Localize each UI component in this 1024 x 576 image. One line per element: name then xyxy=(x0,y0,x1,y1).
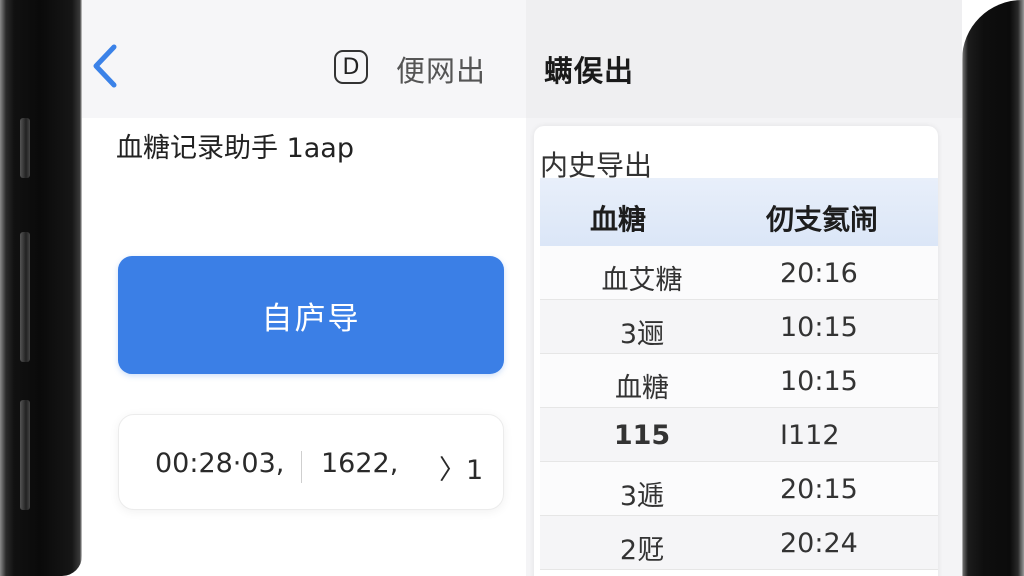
input-extra-value: 〉1 xyxy=(439,455,484,486)
cell-time: 10:15 xyxy=(780,312,858,343)
column-header-glucose[interactable]: 血糖 xyxy=(590,198,646,238)
input-time-value: 00:28·03, xyxy=(155,448,285,479)
phone-bezel-left xyxy=(0,0,82,576)
column-header-time[interactable]: 仞支氦闹 xyxy=(766,198,878,238)
input-glucose-value: 1622, xyxy=(321,448,399,479)
table-header: 血糖 仞支氦闹 xyxy=(540,178,938,246)
table-row[interactable]: 115 I112 xyxy=(540,408,938,462)
cell-glucose: 115 xyxy=(613,420,671,451)
back-button[interactable] xyxy=(84,40,124,92)
export-button[interactable]: 自庐导 xyxy=(118,256,504,374)
app-title: 血糖记录助手 1aap xyxy=(116,133,354,164)
nav-export-link[interactable]: 便网出 xyxy=(396,48,486,90)
cell-time: 10:15 xyxy=(780,366,858,397)
cell-glucose: 血艾糖 xyxy=(601,265,683,296)
table-row[interactable]: 3逓 20:15 xyxy=(540,462,938,516)
cell-time: 20:24 xyxy=(780,528,858,559)
chevron-left-icon xyxy=(93,44,117,88)
cell-glucose: 血糖 xyxy=(615,373,669,404)
cell-glucose: 2觃 xyxy=(619,535,665,566)
table-body: 血艾糖 20:16 3逦 10:15 血糖 10:15 115 I112 3逓 … xyxy=(540,246,938,570)
phone-side-button xyxy=(20,118,30,178)
phone-side-button xyxy=(20,400,30,510)
phone-bezel-right xyxy=(962,0,1024,576)
table-row[interactable]: 3逦 10:15 xyxy=(540,300,938,354)
nav-bar: D 便网出 螨㑨出 xyxy=(82,0,962,118)
app-screen: D 便网出 螨㑨出 血糖记录助手 1aap 自庐导 00:28·03, 1622… xyxy=(82,0,962,576)
cell-time: I112 xyxy=(780,420,840,451)
table-row[interactable]: 血糖 10:15 xyxy=(540,354,938,408)
cell-time: 20:16 xyxy=(780,258,858,289)
cell-glucose: 3逦 xyxy=(619,319,665,350)
export-table-card: 内史导出 血糖 仞支氦闹 血艾糖 20:16 3逦 10:15 血糖 10:15… xyxy=(534,126,938,576)
phone-side-button xyxy=(20,232,30,362)
record-input-field[interactable]: 00:28·03, 1622, 〉1 xyxy=(118,414,504,510)
table-row[interactable]: 血艾糖 20:16 xyxy=(540,246,938,300)
cell-glucose: 3逓 xyxy=(619,481,665,512)
cell-time: 20:15 xyxy=(780,474,858,505)
nav-export-link-active[interactable]: 螨㑨出 xyxy=(544,48,634,90)
table-row[interactable]: 2觃 20:24 xyxy=(540,516,938,570)
input-divider xyxy=(301,451,302,483)
d-icon[interactable]: D xyxy=(334,50,368,84)
